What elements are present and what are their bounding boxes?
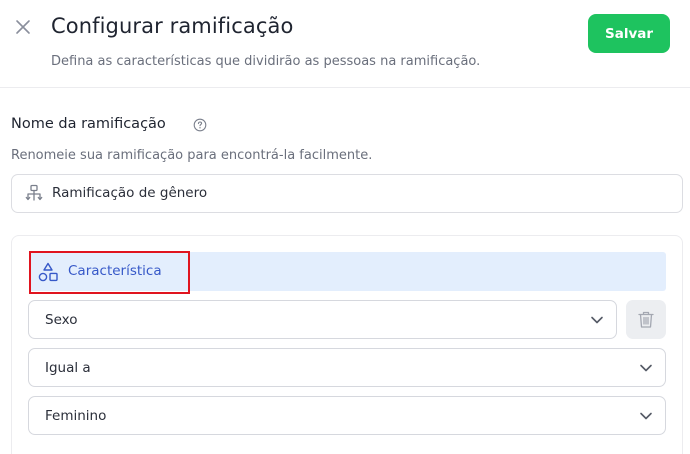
branch-name-input[interactable]: Ramificação de gênero bbox=[11, 174, 683, 213]
page-subtitle: Defina as características que dividirão … bbox=[51, 54, 481, 69]
chevron-down-icon bbox=[640, 364, 652, 372]
branch-name-value: Ramificação de gênero bbox=[52, 185, 208, 201]
page-title: Configurar ramificação bbox=[51, 14, 294, 38]
operator-select[interactable]: Igual a bbox=[28, 348, 666, 387]
highlight-outline bbox=[29, 251, 190, 294]
close-icon[interactable] bbox=[12, 16, 34, 38]
help-circle-icon[interactable] bbox=[193, 118, 207, 132]
value-select-value: Feminino bbox=[45, 408, 107, 424]
value-select[interactable]: Feminino bbox=[28, 396, 666, 435]
attribute-select[interactable]: Sexo bbox=[28, 300, 617, 339]
branch-icon bbox=[25, 184, 43, 201]
branch-name-description: Renomeie sua ramificação para encontrá-l… bbox=[11, 148, 373, 163]
modal-header: Configurar ramificação Defina as caracte… bbox=[0, 0, 690, 88]
attribute-select-value: Sexo bbox=[45, 312, 78, 328]
chevron-down-icon bbox=[640, 412, 652, 420]
operator-select-value: Igual a bbox=[45, 360, 91, 376]
delete-rule-button[interactable] bbox=[626, 300, 666, 339]
save-button[interactable]: Salvar bbox=[588, 14, 670, 53]
chevron-down-icon bbox=[591, 316, 603, 324]
branch-name-label: Nome da ramificação bbox=[11, 116, 166, 132]
trash-icon bbox=[638, 311, 654, 328]
